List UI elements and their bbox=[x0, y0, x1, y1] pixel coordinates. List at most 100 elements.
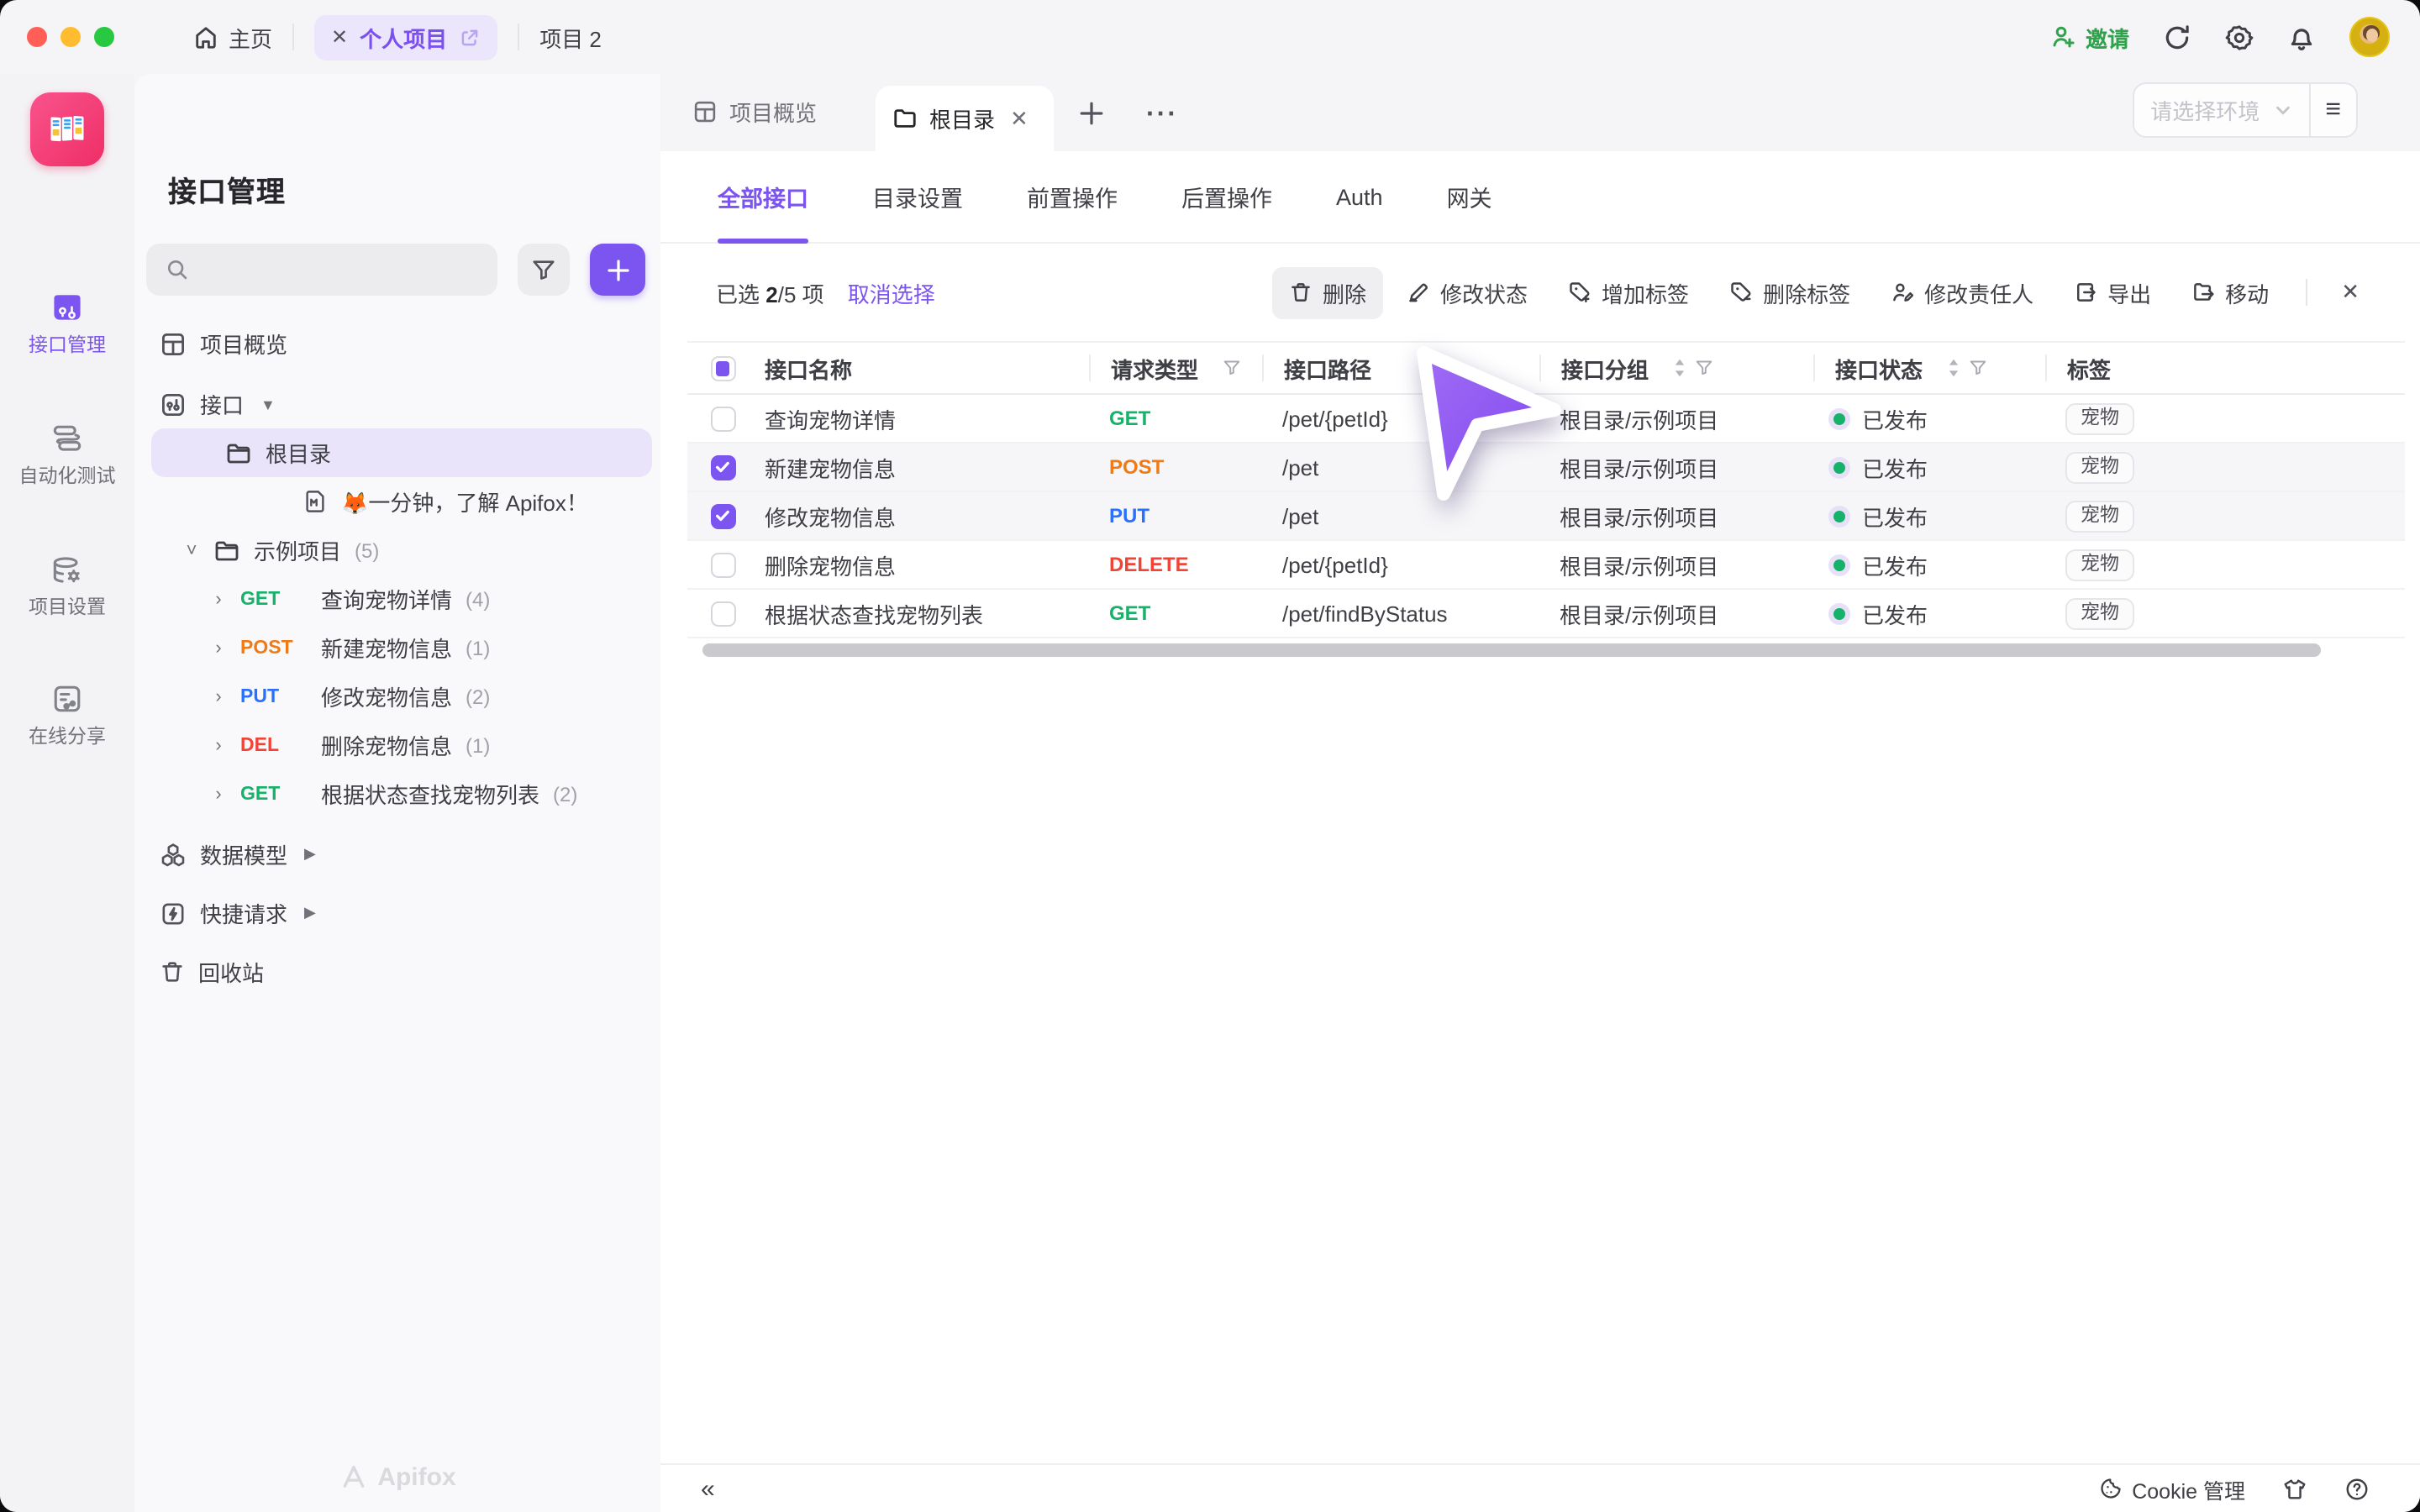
subtab-all-apis[interactable]: 全部接口 bbox=[718, 150, 808, 243]
pointer-cursor-overlay bbox=[1412, 343, 1571, 511]
row-checkbox[interactable] bbox=[710, 503, 735, 528]
folder-icon bbox=[892, 106, 918, 131]
tab-project-overview[interactable]: 项目概览 bbox=[692, 96, 817, 128]
apifox-logo[interactable] bbox=[30, 92, 104, 166]
add-button[interactable] bbox=[590, 244, 645, 296]
titlebar: 主页 ✕ 个人项目 项目 2 邀请 bbox=[0, 0, 2420, 74]
chevron-right-icon[interactable]: › bbox=[210, 735, 227, 755]
tree-endpoint[interactable]: › DEL 删除宠物信息 (1) bbox=[134, 721, 660, 769]
tree-item-doc[interactable]: 🦊一分钟，了解 Apifox！ bbox=[134, 477, 660, 526]
minimize-window-button[interactable] bbox=[60, 27, 81, 47]
tag-chip: 宠物 bbox=[2065, 597, 2134, 629]
chevron-right-icon[interactable]: › bbox=[210, 784, 227, 804]
tree-section-api[interactable]: 接口 ▼ bbox=[134, 380, 660, 428]
new-tab-button[interactable] bbox=[1079, 101, 1104, 126]
home-nav[interactable]: 主页 bbox=[193, 21, 272, 53]
data-model-cubes-icon bbox=[160, 841, 187, 868]
table-row[interactable]: 根据状态查找宠物列表 GET /pet/findByStatus 根目录/示例项… bbox=[687, 590, 2405, 638]
tree-item-root-folder[interactable]: 根目录 bbox=[151, 428, 652, 477]
add-tag-button[interactable]: 增加标签 bbox=[1551, 266, 1706, 318]
external-link-icon[interactable] bbox=[459, 26, 481, 48]
rail-item-project-settings[interactable]: 项目设置 bbox=[0, 551, 134, 620]
tree-endpoint[interactable]: › GET 查询宠物详情 (4) bbox=[134, 575, 660, 623]
tree-folder-example-project[interactable]: ˅ 示例项目 (5) bbox=[134, 526, 660, 575]
tree-section-quick-request[interactable]: 快捷请求 ▶ bbox=[134, 889, 660, 937]
tree-endpoint[interactable]: › POST 新建宠物信息 (1) bbox=[134, 623, 660, 672]
project-title[interactable]: 项目 2 bbox=[539, 21, 602, 53]
status-dot bbox=[1833, 510, 1845, 522]
chevron-right-icon[interactable]: › bbox=[210, 638, 227, 658]
subtab-pre-processors[interactable]: 前置操作 bbox=[1027, 150, 1118, 243]
notifications-bell-icon[interactable] bbox=[2287, 23, 2316, 51]
help-icon[interactable] bbox=[2344, 1476, 2370, 1501]
chevron-right-icon[interactable]: › bbox=[210, 686, 227, 706]
filter-icon[interactable] bbox=[1222, 358, 1242, 378]
rail-label: 接口管理 bbox=[0, 331, 134, 358]
rail-item-automated-testing[interactable]: 自动化测试 bbox=[0, 420, 134, 489]
table-row[interactable]: 删除宠物信息 DELETE /pet/{petId} 根目录/示例项目 已发布 … bbox=[687, 541, 2405, 590]
method-badge: POST bbox=[1109, 455, 1164, 479]
remove-tag-button[interactable]: 删除标签 bbox=[1712, 266, 1867, 318]
sort-icon[interactable] bbox=[1946, 358, 1961, 378]
tree-panel: 接口管理 项目概览 bbox=[134, 74, 660, 1512]
chevron-down-icon[interactable]: ˅ bbox=[183, 540, 200, 560]
rail-item-online-sharing[interactable]: 在线分享 bbox=[0, 680, 134, 749]
filter-icon[interactable] bbox=[1694, 358, 1714, 378]
tab-root-folder-active[interactable]: 根目录 ✕ bbox=[876, 86, 1054, 151]
cookie-manager-button[interactable]: Cookie 管理 bbox=[2098, 1473, 2245, 1504]
tree-item-project-overview[interactable]: 项目概览 bbox=[134, 319, 660, 368]
tree-section-trash[interactable]: 回收站 bbox=[134, 948, 660, 996]
overview-grid-icon bbox=[160, 330, 187, 357]
environment-menu-icon[interactable]: ≡ bbox=[2310, 95, 2356, 125]
col-method[interactable]: 请求类型 bbox=[1089, 354, 1262, 381]
tree-endpoint[interactable]: › PUT 修改宠物信息 (2) bbox=[134, 672, 660, 721]
status-dot bbox=[1833, 559, 1845, 570]
invite-button[interactable]: 邀请 bbox=[2050, 21, 2129, 53]
select-all-checkbox[interactable] bbox=[710, 355, 735, 381]
subtab-gateway[interactable]: 网关 bbox=[1447, 150, 1492, 243]
theme-shirt-icon[interactable] bbox=[2282, 1476, 2307, 1501]
row-checkbox[interactable] bbox=[710, 406, 735, 431]
close-toolbar-icon[interactable]: ✕ bbox=[2328, 272, 2373, 312]
row-checkbox[interactable] bbox=[710, 601, 735, 626]
divider bbox=[518, 24, 519, 50]
subtab-post-processors[interactable]: 后置操作 bbox=[1181, 150, 1272, 243]
delete-button[interactable]: 删除 bbox=[1272, 266, 1383, 318]
col-name[interactable]: 接口名称 bbox=[758, 352, 1089, 384]
col-tag[interactable]: 标签 bbox=[2045, 354, 2405, 381]
filter-button[interactable] bbox=[518, 244, 570, 296]
chevron-right-icon[interactable]: › bbox=[210, 589, 227, 609]
more-tabs-button[interactable]: ··· bbox=[1146, 101, 1178, 131]
change-status-button[interactable]: 修改状态 bbox=[1390, 266, 1544, 318]
apifox-watermark: Apifox bbox=[134, 1463, 660, 1492]
rail-item-api-management[interactable]: 接口管理 bbox=[0, 289, 134, 358]
change-owner-button[interactable]: 修改责任人 bbox=[1874, 266, 2050, 318]
subtab-auth[interactable]: Auth bbox=[1336, 150, 1383, 243]
filter-icon[interactable] bbox=[1968, 358, 1988, 378]
export-button[interactable]: 导出 bbox=[2057, 266, 2168, 318]
row-checkbox[interactable] bbox=[710, 454, 735, 480]
zoom-window-button[interactable] bbox=[94, 27, 114, 47]
close-window-button[interactable] bbox=[27, 27, 47, 47]
horizontal-scrollbar[interactable] bbox=[702, 643, 2321, 657]
environment-select[interactable]: 请选择环境 bbox=[2133, 94, 2308, 126]
rail-label: 在线分享 bbox=[0, 722, 134, 749]
move-button[interactable]: 移动 bbox=[2175, 266, 2286, 318]
collapse-sidebar-icon[interactable]: « bbox=[701, 1474, 715, 1503]
settings-gear-icon[interactable] bbox=[2225, 23, 2254, 51]
tree-endpoint[interactable]: › GET 根据状态查找宠物列表 (2) bbox=[134, 769, 660, 818]
close-tab-icon[interactable]: ✕ bbox=[1010, 105, 1028, 132]
row-checkbox[interactable] bbox=[710, 552, 735, 577]
col-group[interactable]: 接口分组 bbox=[1539, 354, 1813, 381]
api-section-icon bbox=[160, 391, 187, 417]
sort-icon[interactable] bbox=[1672, 358, 1687, 378]
cancel-selection-link[interactable]: 取消选择 bbox=[848, 276, 935, 308]
close-workspace-icon[interactable]: ✕ bbox=[331, 25, 348, 49]
subtab-folder-settings[interactable]: 目录设置 bbox=[872, 150, 963, 243]
col-status[interactable]: 接口状态 bbox=[1813, 354, 2045, 381]
user-avatar[interactable] bbox=[2349, 17, 2390, 57]
tree-section-data-model[interactable]: 数据模型 ▶ bbox=[134, 830, 660, 879]
sync-icon[interactable] bbox=[2163, 23, 2191, 51]
workspace-tab[interactable]: ✕ 个人项目 bbox=[314, 14, 497, 60]
search-input[interactable] bbox=[146, 244, 497, 296]
